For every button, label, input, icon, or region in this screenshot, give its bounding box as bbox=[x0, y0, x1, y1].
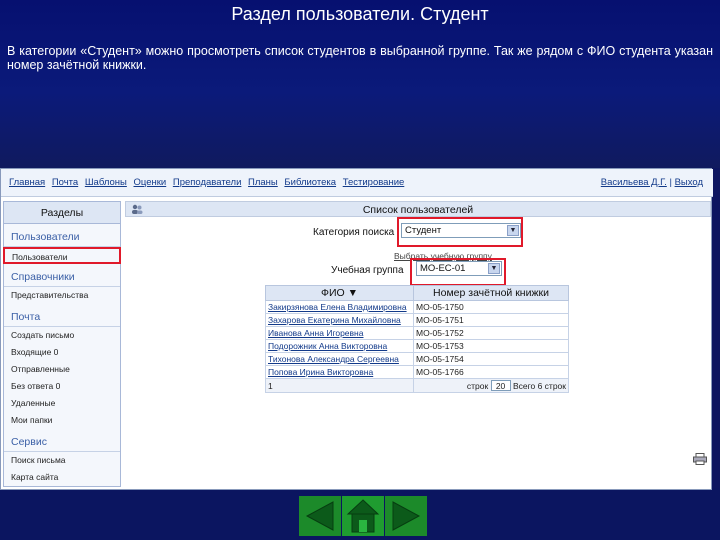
record-book-number: МО-05-1754 bbox=[413, 352, 569, 366]
page-size-input[interactable]: 20 bbox=[490, 380, 511, 391]
sidebar-item-compose[interactable]: Создать письмо bbox=[4, 327, 120, 344]
sidebar-item-sitemap[interactable]: Карта сайта bbox=[4, 469, 120, 486]
column-header-fio[interactable]: ФИО ▼ bbox=[265, 285, 414, 301]
nav-mail[interactable]: Почта bbox=[52, 177, 78, 188]
pager-controls: строк 20 Всего 6 строк bbox=[413, 378, 569, 393]
record-book-number: МО-05-1750 bbox=[413, 300, 569, 314]
arrow-left-icon bbox=[305, 501, 334, 531]
table-pager-row: 1 строк 20 Всего 6 строк bbox=[265, 378, 569, 393]
table-row: Захарова Екатерина Михайловна МО-05-1751 bbox=[265, 313, 569, 327]
record-book-number: МО-05-1766 bbox=[413, 365, 569, 379]
sidebar-item-deleted[interactable]: Удаленные bbox=[4, 395, 120, 412]
main-header: Список пользователей bbox=[125, 201, 711, 217]
main-panel: Список пользователей Категория поиска Ст… bbox=[125, 201, 711, 487]
sidebar-item-my-folders[interactable]: Мои папки bbox=[4, 412, 120, 429]
highlight-group bbox=[410, 258, 506, 286]
highlight-category bbox=[397, 217, 523, 247]
pager-rows-label: строк bbox=[466, 381, 489, 391]
user-links: Васильева Д.Г. | Выход bbox=[601, 177, 703, 188]
column-header-record-book[interactable]: Номер зачётной книжки bbox=[413, 285, 569, 301]
group-label: Учебная группа bbox=[331, 265, 404, 276]
top-navigation-bar: Главная Почта Шаблоны Оценки Преподавате… bbox=[1, 169, 713, 197]
table-row: Иванова Анна Игоревна МО-05-1752 bbox=[265, 326, 569, 340]
sidebar-section-users: Пользователи bbox=[4, 227, 120, 247]
user-separator: | bbox=[666, 177, 675, 188]
table-row: Тихонова Александра Сергеевна МО-05-1754 bbox=[265, 352, 569, 366]
table-row: Подорожник Анна Викторовна МО-05-1753 bbox=[265, 339, 569, 353]
prev-slide-button[interactable] bbox=[299, 496, 341, 536]
nav-grades[interactable]: Оценки bbox=[134, 177, 167, 188]
table-row: Попова Ирина Викторовна МО-05-1766 bbox=[265, 365, 569, 379]
sidebar-section-service: Сервис bbox=[4, 432, 120, 452]
nav-testing[interactable]: Тестирование bbox=[343, 177, 405, 188]
logout-link[interactable]: Выход bbox=[675, 177, 703, 188]
user-name-link[interactable]: Васильева Д.Г. bbox=[601, 177, 667, 188]
sidebar-item-sent[interactable]: Отправленные bbox=[4, 361, 120, 378]
page-title: Список пользователей bbox=[362, 204, 474, 216]
app-screenshot: Главная Почта Шаблоны Оценки Преподавате… bbox=[0, 168, 713, 490]
home-icon bbox=[346, 499, 380, 533]
nav-teachers[interactable]: Преподаватели bbox=[173, 177, 242, 188]
top-nav-links: Главная Почта Шаблоны Оценки Преподавате… bbox=[9, 177, 408, 188]
arrow-right-icon bbox=[392, 501, 421, 531]
nav-home[interactable]: Главная bbox=[9, 177, 45, 188]
nav-templates[interactable]: Шаблоны bbox=[85, 177, 127, 188]
student-name-link[interactable]: Подорожник Анна Викторовна bbox=[265, 339, 414, 353]
record-book-number: МО-05-1751 bbox=[413, 313, 569, 327]
sidebar-item-users[interactable]: Пользователи bbox=[3, 247, 121, 264]
record-book-number: МО-05-1752 bbox=[413, 326, 569, 340]
table-row: Закирзянова Елена Владимировна МО-05-175… bbox=[265, 300, 569, 314]
print-icon[interactable] bbox=[693, 453, 707, 465]
nav-library[interactable]: Библиотека bbox=[284, 177, 336, 188]
student-name-link[interactable]: Тихонова Александра Сергеевна bbox=[265, 352, 414, 366]
slide-title: Раздел пользователи. Студент bbox=[231, 4, 489, 24]
sidebar-section-mail: Почта bbox=[4, 307, 120, 327]
pager-page-number[interactable]: 1 bbox=[265, 378, 414, 393]
nav-plans[interactable]: Планы bbox=[248, 177, 278, 188]
next-slide-button[interactable] bbox=[385, 496, 427, 536]
category-label: Категория поиска bbox=[313, 227, 395, 238]
slide-background bbox=[0, 0, 720, 168]
students-table: ФИО ▼ Номер зачётной книжки Закирзянова … bbox=[265, 285, 569, 393]
home-slide-button[interactable] bbox=[342, 496, 384, 536]
student-name-link[interactable]: Закирзянова Елена Владимировна bbox=[265, 300, 414, 314]
student-name-link[interactable]: Захарова Екатерина Михайловна bbox=[265, 313, 414, 327]
table-header-row: ФИО ▼ Номер зачётной книжки bbox=[265, 285, 569, 301]
sidebar-header: Разделы bbox=[4, 202, 120, 224]
sidebar-section-directories: Справочники bbox=[4, 267, 120, 287]
sidebar-item-inbox[interactable]: Входящие 0 bbox=[4, 344, 120, 361]
sidebar-item-representations[interactable]: Представительства bbox=[4, 287, 120, 304]
slide-description: В категории «Студент» можно просмотреть … bbox=[7, 44, 713, 72]
sidebar-item-unanswered[interactable]: Без ответа 0 bbox=[4, 378, 120, 395]
student-name-link[interactable]: Иванова Анна Игоревна bbox=[265, 326, 414, 340]
record-book-number: МО-05-1753 bbox=[413, 339, 569, 353]
pager-total: Всего 6 строк bbox=[512, 381, 566, 391]
sidebar-item-mail-search[interactable]: Поиск письма bbox=[4, 452, 120, 469]
student-name-link[interactable]: Попова Ирина Викторовна bbox=[265, 365, 414, 379]
sidebar: Разделы Пользователи Пользователи Справо… bbox=[3, 201, 121, 487]
